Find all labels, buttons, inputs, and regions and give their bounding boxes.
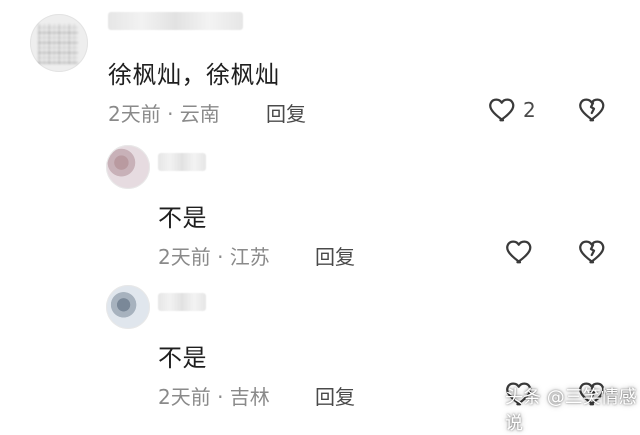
broken-heart-icon [579, 240, 605, 264]
username-blurred[interactable] [158, 293, 206, 311]
reply-button[interactable]: 回复 [315, 241, 355, 270]
heart-outline-icon [506, 240, 532, 264]
comment-meta: 2天前 · 云南 [108, 102, 220, 126]
dislike-button[interactable] [578, 94, 608, 128]
comment-meta: 2天前 · 吉林 [158, 385, 270, 409]
watermark: 头条 @三笑情感说 [505, 387, 637, 434]
username-blurred[interactable] [108, 12, 243, 30]
like-button[interactable] [505, 236, 535, 270]
comment-meta: 2天前 · 江苏 [158, 245, 270, 269]
dislike-button[interactable] [578, 236, 608, 270]
comment-text: 不是 [158, 344, 207, 372]
avatar[interactable] [106, 285, 150, 329]
username-blurred[interactable] [158, 153, 206, 171]
avatar[interactable] [106, 145, 150, 189]
reply-button[interactable]: 回复 [315, 381, 355, 410]
comment-text: 不是 [158, 204, 207, 232]
like-button[interactable] [488, 94, 518, 128]
like-count: 2 [523, 98, 536, 122]
reply-button[interactable]: 回复 [266, 98, 306, 127]
broken-heart-icon [579, 98, 605, 122]
heart-outline-icon [489, 98, 515, 122]
avatar[interactable] [30, 14, 88, 72]
comment-text: 徐枫灿，徐枫灿 [108, 61, 280, 89]
